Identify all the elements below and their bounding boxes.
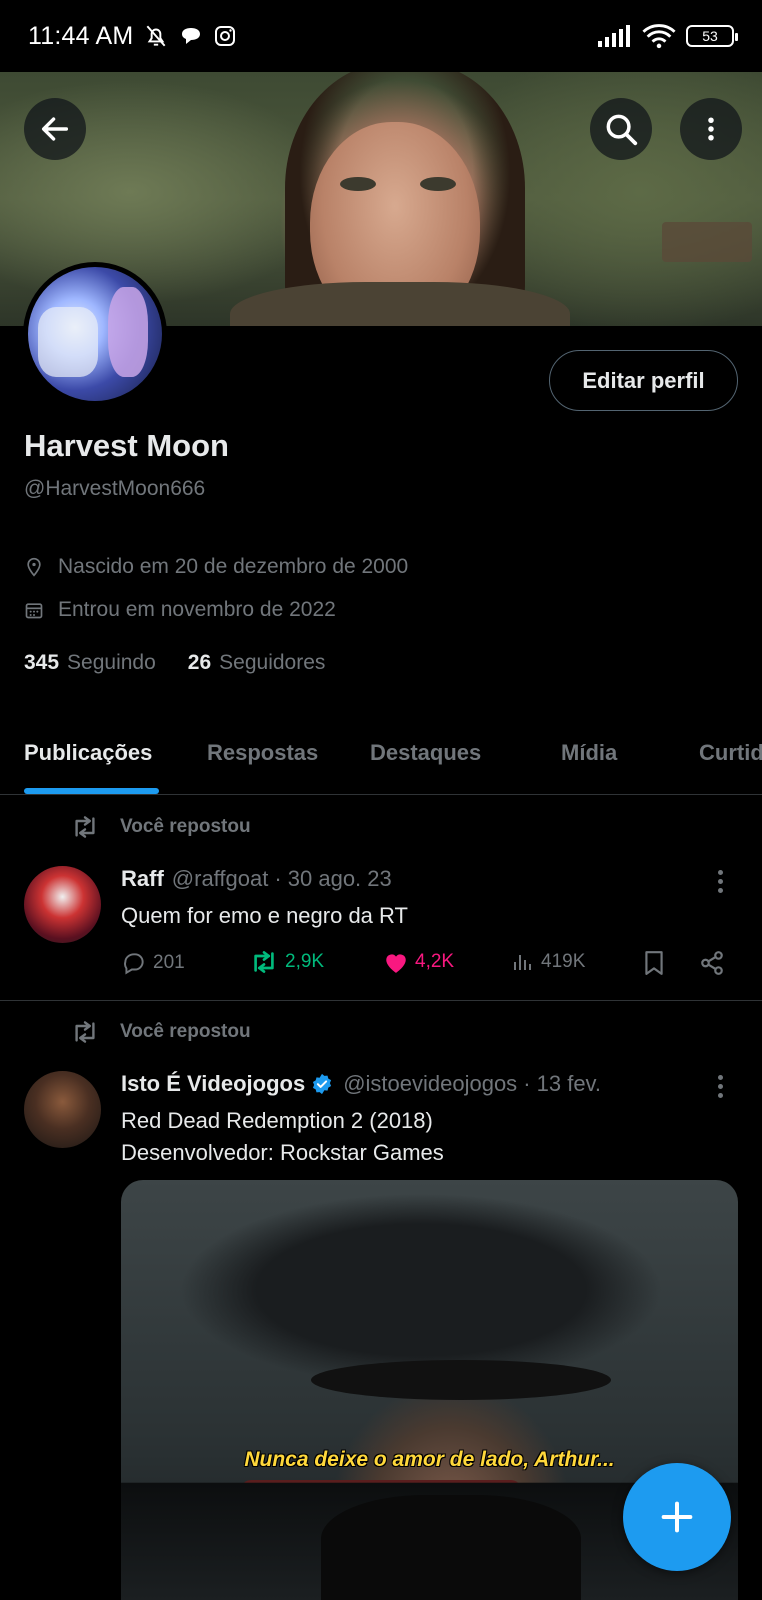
share-button[interactable] [699,950,725,976]
reply-button[interactable]: 201 [121,950,185,976]
calendar-icon [25,603,43,619]
post-text: Quem for emo e negro da RT [121,903,408,928]
post-author-handle[interactable]: @istoevideojogos [343,1071,517,1097]
share-icon [701,951,723,975]
profile-avatar[interactable] [23,262,167,406]
verified-badge-icon [313,1073,332,1095]
post-time: · 30 ago. 23 [274,866,392,891]
joined-row: Entrou em novembro de 2022 [24,598,336,622]
bookmark-icon [645,951,663,975]
edit-profile-button[interactable]: Editar perfil [549,350,738,411]
status-time: 11:44 AM [28,21,134,50]
battery-indicator: 53 [686,25,738,47]
media-subtitle: Nunca deixe o amor de lado, Arthur... [244,1448,615,1471]
active-tab-indicator [24,788,159,794]
instagram-icon [215,26,236,46]
search-button[interactable] [590,98,652,160]
following-link[interactable]: 345 Seguindo [24,651,156,675]
post-header: Raff @raffgoat · 30 ago. 23 [121,866,392,892]
tab-replies[interactable]: Respostas [207,740,318,766]
tab-likes[interactable]: Curtidas [699,740,762,766]
repost-indicator: Você repostou [70,1020,251,1044]
arrow-left-icon [41,117,69,141]
post-more-button[interactable] [708,870,732,893]
followers-link[interactable]: 26 Seguidores [188,651,326,675]
tab-media[interactable]: Mídia [561,740,617,766]
more-options-button[interactable] [680,98,742,160]
follow-stats: 345 Seguindo 26 Seguidores [24,651,325,675]
signal-icon [598,25,630,47]
joined-text: Entrou em novembro de 2022 [58,598,336,621]
repost-icon [75,816,95,838]
bookmark-button[interactable] [643,950,665,976]
repost-icon [254,951,274,973]
birth-date-row: Nascido em 20 de dezembro de 2000 [24,555,408,579]
compose-post-button[interactable] [623,1463,731,1571]
post-more-button[interactable] [708,1075,732,1098]
tab-highlights[interactable]: Destaques [370,740,481,766]
profile-tabs: Publicações Respostas Destaques Mídia Cu… [0,710,762,795]
repost-button[interactable]: 2,9K [249,950,324,974]
post-text: Red Dead Redemption 2 (2018) Desenvolved… [121,1108,444,1165]
post-time: · 13 fev. [523,1071,602,1096]
chat-icon [182,28,201,44]
repost-icon [75,1021,95,1043]
status-bar: 11:44 AM 53 [0,0,762,72]
search-icon [606,114,638,146]
location-balloon-icon [27,557,41,577]
views-button[interactable]: 419K [511,950,585,974]
repost-indicator: Você repostou [70,815,251,839]
tab-posts[interactable]: Publicações [24,740,152,766]
profile-name: Harvest Moon [24,428,229,463]
bar-chart-icon [514,955,531,970]
more-vertical-icon [708,117,714,141]
heart-filled-icon [386,954,406,973]
back-button[interactable] [24,98,86,160]
post-author-avatar[interactable] [24,1071,101,1148]
post-author-avatar[interactable] [24,866,101,943]
profile-handle: @HarvestMoon666 [24,477,206,500]
post-header: Isto É Videojogos @istoevideojogos · 13 … [121,1071,601,1097]
like-button[interactable]: 4,2K [383,950,454,974]
birth-date-text: Nascido em 20 de dezembro de 2000 [58,555,409,578]
post-divider [0,1000,762,1001]
plus-icon [661,1501,693,1533]
post-actions: 201 2,9K 4,2K 419K [121,950,731,980]
bell-muted-icon [146,25,166,47]
post-author-name[interactable]: Isto É Videojogos [121,1071,305,1097]
post-author-handle[interactable]: @raffgoat [172,866,269,892]
wifi-icon [642,24,676,49]
post-author-name[interactable]: Raff [121,866,164,892]
reply-icon [124,953,144,975]
